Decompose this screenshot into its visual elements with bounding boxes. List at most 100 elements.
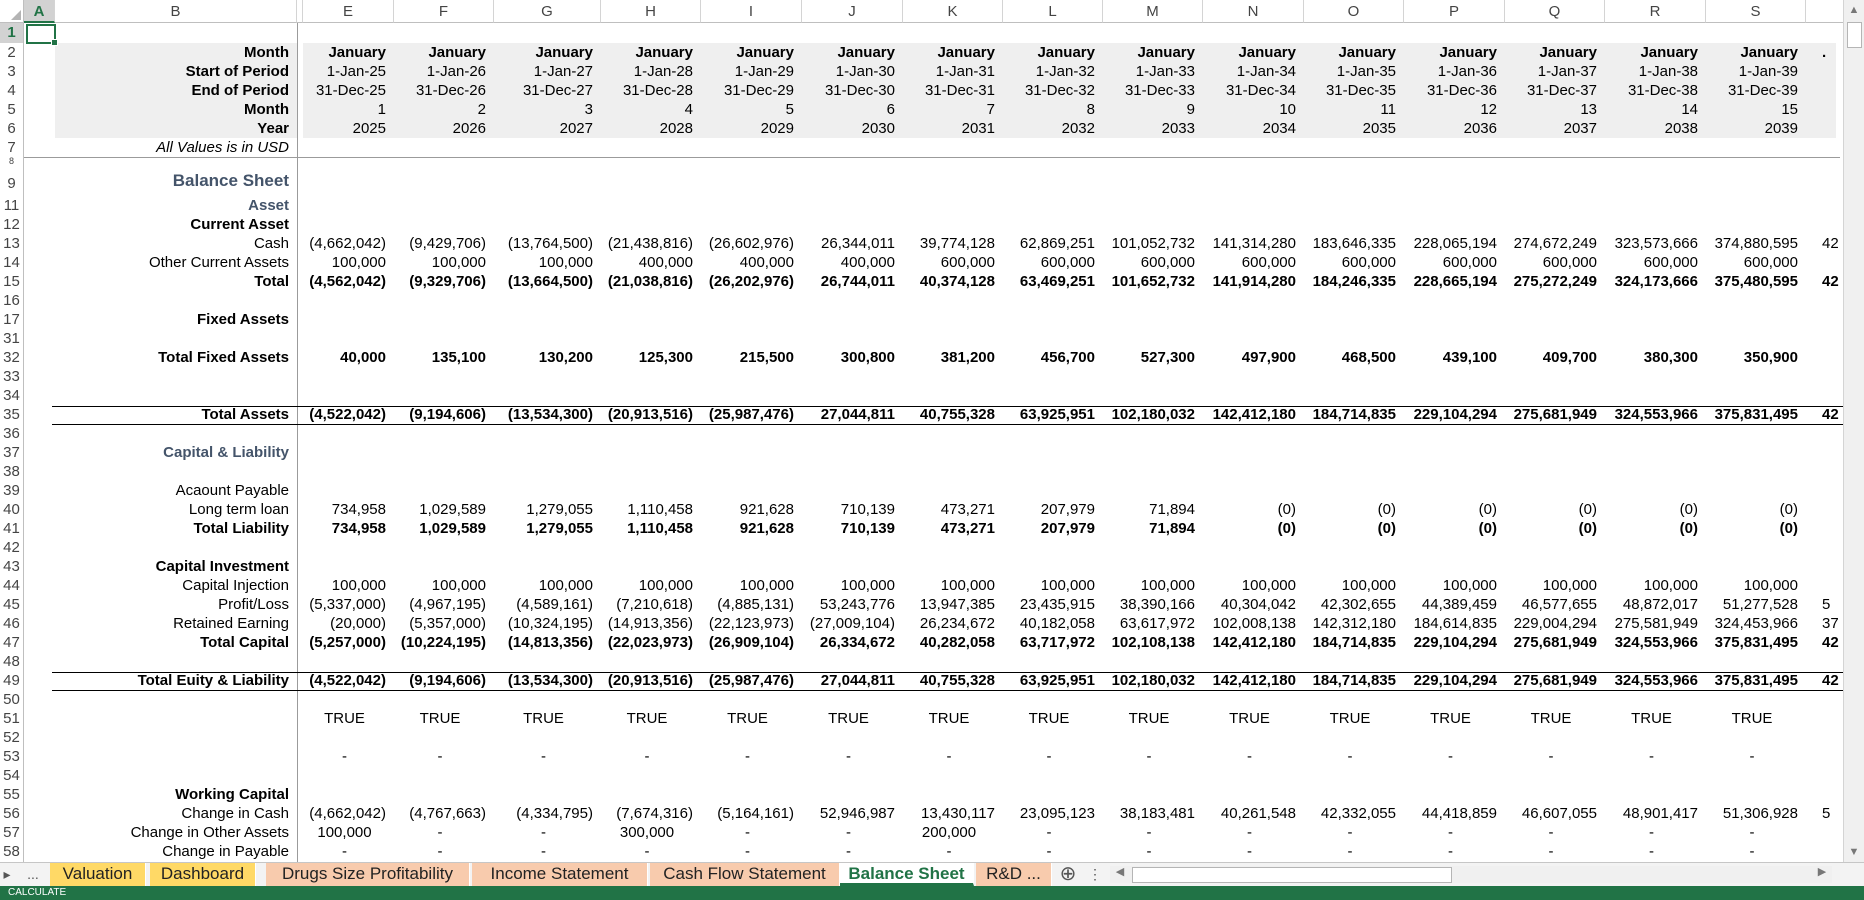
row-header[interactable]: 57 <box>0 823 24 842</box>
horizontal-scrollbar[interactable]: ◀ ▶ <box>1110 866 1832 883</box>
month-name-cell: January <box>736 44 794 61</box>
row-header[interactable]: 13 <box>0 234 24 253</box>
scroll-up-arrow-icon[interactable]: ▲ <box>1844 0 1864 20</box>
column-header[interactable]: J <box>802 0 903 23</box>
row-header[interactable]: 32 <box>0 348 24 367</box>
scroll-right-arrow-icon[interactable]: ▶ <box>1812 864 1832 881</box>
row-header[interactable]: 8 <box>0 157 24 166</box>
row-header[interactable]: 36 <box>0 424 24 443</box>
row-header[interactable]: 11 <box>0 196 24 215</box>
row-header[interactable]: 16 <box>0 291 24 310</box>
balance-check-value: TRUE <box>523 710 564 727</box>
tab-splitter-icon[interactable]: ⋮ <box>1088 863 1102 886</box>
horizontal-scroll-thumb[interactable] <box>1132 867 1452 883</box>
total-assets-value: (13,534,300) <box>507 406 593 423</box>
row-header[interactable]: 4 <box>0 81 24 100</box>
row-header[interactable]: 12 <box>0 215 24 234</box>
column-header[interactable]: R <box>1605 0 1706 23</box>
row-header[interactable]: 3 <box>0 62 24 81</box>
row-header[interactable]: 17 <box>0 310 24 329</box>
year-cell: 2026 <box>452 120 486 137</box>
row-header[interactable]: 43 <box>0 557 24 576</box>
row-header[interactable]: 35 <box>0 405 24 424</box>
start-date-cell: 1-Jan-37 <box>1537 63 1597 80</box>
row-header[interactable]: 53 <box>0 747 24 766</box>
change-in-cash-value: 23,095,123 <box>1019 805 1095 822</box>
tab-cash-flow-statement[interactable]: Cash Flow Statement <box>650 863 840 886</box>
change-in-cash-value: (5,164,161) <box>717 805 794 822</box>
scroll-tabs-left-icon[interactable]: ▸ <box>0 863 14 886</box>
row-header[interactable]: 54 <box>0 766 24 785</box>
row-header[interactable]: 41 <box>0 519 24 538</box>
row-header[interactable]: 42 <box>0 538 24 557</box>
row-header[interactable]: 2 <box>0 43 24 62</box>
cash-value: 141,314,280 <box>1212 235 1296 252</box>
row-header[interactable]: 37 <box>0 443 24 462</box>
year-cell: 2033 <box>1161 120 1195 137</box>
column-header[interactable]: H <box>601 0 701 23</box>
column-header[interactable]: P <box>1404 0 1505 23</box>
column-header[interactable]: L <box>1003 0 1103 23</box>
column-header[interactable]: K <box>903 0 1003 23</box>
row-header[interactable]: 33 <box>0 367 24 386</box>
row-header[interactable]: 40 <box>0 500 24 519</box>
row-header[interactable]: 14 <box>0 253 24 272</box>
row-header[interactable]: 52 <box>0 728 24 747</box>
column-header[interactable]: B <box>55 0 297 23</box>
cash-value: 374,880,595 <box>1714 235 1798 252</box>
row-header[interactable]: 51 <box>0 709 24 728</box>
column-header[interactable]: N <box>1203 0 1304 23</box>
column-header[interactable]: F <box>394 0 494 23</box>
vertical-scroll-thumb[interactable] <box>1847 22 1862 48</box>
row-header[interactable]: 56 <box>0 804 24 823</box>
column-header[interactable]: Q <box>1505 0 1605 23</box>
month-name-cell: January <box>328 44 386 61</box>
row-header[interactable]: 45 <box>0 595 24 614</box>
row-header[interactable]: 55 <box>0 785 24 804</box>
row-header[interactable]: 58 <box>0 842 24 861</box>
tab-income-statement[interactable]: Income Statement <box>472 863 648 886</box>
row-header[interactable]: 47 <box>0 633 24 652</box>
plus-circle-icon[interactable]: ⊕ <box>1056 863 1080 886</box>
row-header[interactable]: 38 <box>0 462 24 481</box>
balance-check-value: TRUE <box>828 710 869 727</box>
row-header[interactable]: 1 <box>0 23 24 43</box>
column-header[interactable]: M <box>1103 0 1203 23</box>
column-header[interactable]: I <box>701 0 802 23</box>
column-header[interactable]: G <box>494 0 601 23</box>
tab-drugs-size-profitability[interactable]: Drugs Size Profitability <box>266 863 470 886</box>
row-header[interactable]: 46 <box>0 614 24 633</box>
row-header[interactable]: 34 <box>0 386 24 405</box>
row-header[interactable]: 44 <box>0 576 24 595</box>
row-header[interactable]: 31 <box>0 329 24 348</box>
select-all-corner[interactable] <box>0 0 24 23</box>
scroll-down-arrow-icon[interactable]: ▼ <box>1844 842 1864 862</box>
tab-r-d[interactable]: R&D ... <box>976 863 1052 886</box>
tab-balance-sheet[interactable]: Balance Sheet <box>840 863 974 886</box>
start-date-cell: 1-Jan-27 <box>533 63 593 80</box>
spreadsheet-grid[interactable]: ABEFGHIJKLMNOPQRS 1 2 3 4 5 6 7 8 9 11 12 13 14 15 16 1… <box>0 0 1864 862</box>
row-header[interactable]: 50 <box>0 690 24 709</box>
tab-valuation[interactable]: Valuation <box>50 863 146 886</box>
active-cell-a1[interactable] <box>26 24 58 46</box>
column-header[interactable] <box>1806 0 1844 23</box>
column-header[interactable]: E <box>303 0 394 23</box>
column-header[interactable]: S <box>1706 0 1806 23</box>
tab-dashboard[interactable]: Dashboard <box>150 863 256 886</box>
row-header[interactable]: 7 <box>0 138 24 157</box>
total-equity-liability-value: 102,180,032 <box>1111 672 1195 689</box>
column-header[interactable]: O <box>1304 0 1404 23</box>
scroll-left-arrow-icon[interactable]: ◀ <box>1110 864 1130 881</box>
row-header[interactable]: 48 <box>0 652 24 671</box>
row-header[interactable]: 15 <box>0 272 24 291</box>
retained-earning-value: 142,312,180 <box>1312 615 1396 632</box>
row-header[interactable]: 9 <box>0 166 24 196</box>
column-header[interactable]: A <box>24 0 55 23</box>
row-header[interactable]: 39 <box>0 481 24 500</box>
row-header[interactable]: 6 <box>0 119 24 138</box>
more-tabs-left[interactable]: ... <box>18 863 48 886</box>
month-number-cell: 13 <box>1580 101 1597 118</box>
row-header[interactable]: 5 <box>0 100 24 119</box>
row-header[interactable]: 49 <box>0 671 24 690</box>
vertical-scrollbar[interactable]: ▲ ▼ <box>1843 0 1864 862</box>
